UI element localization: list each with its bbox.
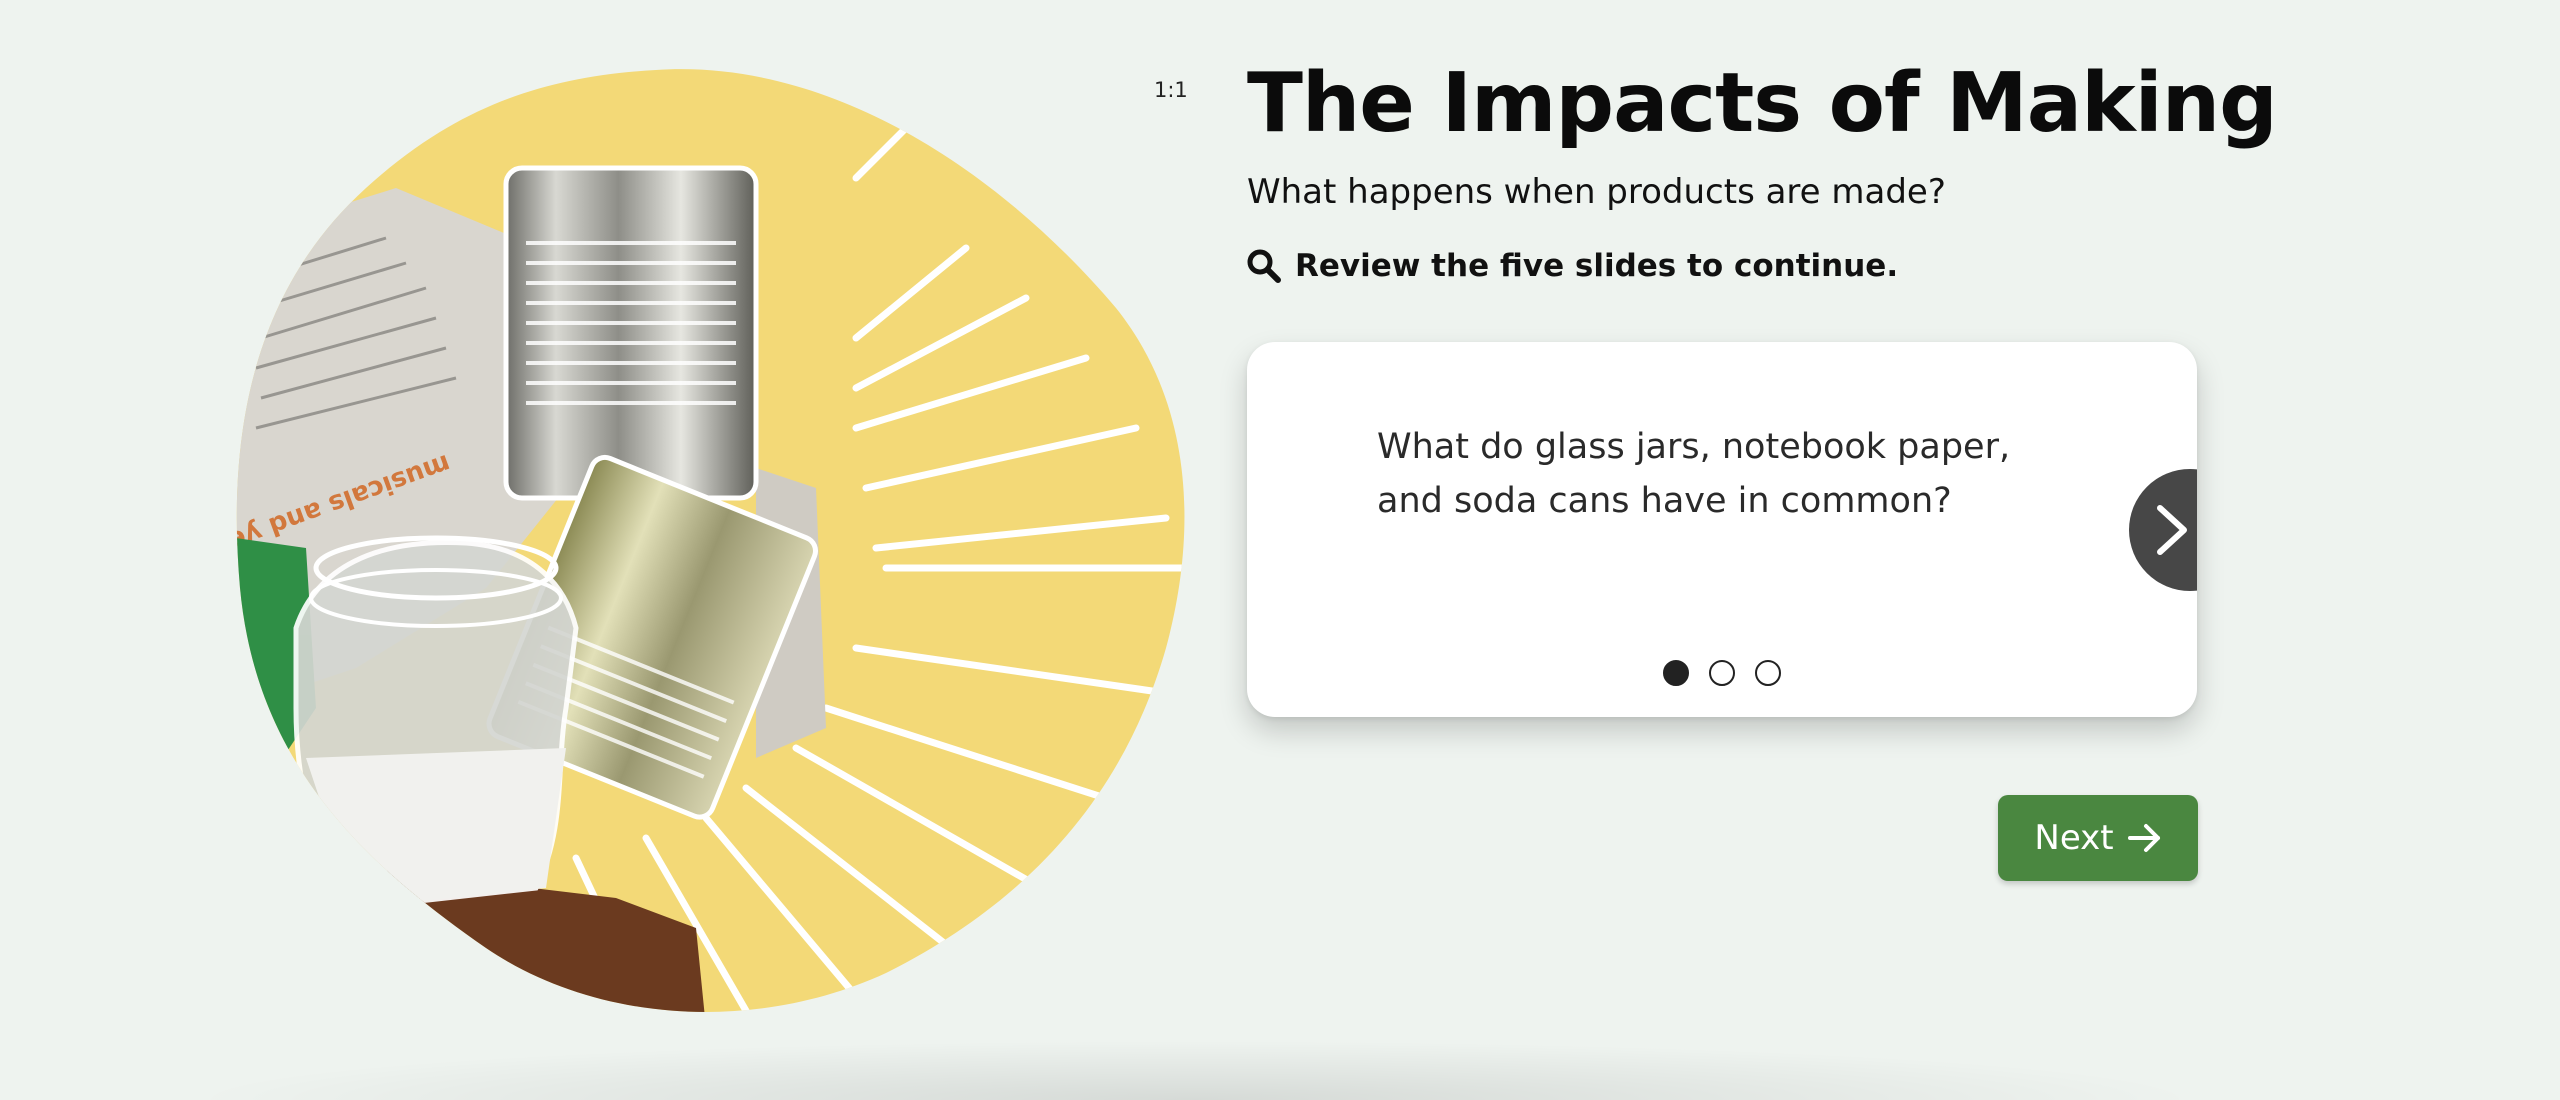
hero-image: musicals and ye bbox=[236, 68, 1188, 1020]
page-subtitle: What happens when products are made? bbox=[1247, 172, 1946, 212]
bottom-shadow bbox=[180, 1040, 2210, 1100]
next-button[interactable]: Next bbox=[1998, 795, 2198, 881]
carousel-dot-3[interactable] bbox=[1755, 660, 1781, 686]
carousel-card: What do glass jars, notebook paper, and … bbox=[1247, 342, 2197, 717]
aspect-ratio-label: 1:1 bbox=[1154, 78, 1188, 102]
next-button-label: Next bbox=[2034, 818, 2114, 858]
instruction-text: Review the five slides to continue. bbox=[1295, 248, 1899, 284]
recycling-collage-illustration: musicals and ye bbox=[236, 69, 1185, 1012]
carousel-dot-1[interactable] bbox=[1663, 660, 1689, 686]
carousel-pagination bbox=[1247, 660, 2197, 686]
slide-text: What do glass jars, notebook paper, and … bbox=[1377, 427, 2011, 521]
instruction: Review the five slides to continue. bbox=[1247, 248, 2197, 284]
carousel-dot-2[interactable] bbox=[1709, 660, 1735, 686]
page-title: The Impacts of Making bbox=[1247, 56, 2278, 151]
content-column: The Impacts of Making What happens when … bbox=[1247, 56, 2278, 284]
search-icon bbox=[1247, 249, 1281, 283]
chevron-right-icon bbox=[2157, 505, 2187, 555]
arrow-right-icon bbox=[2127, 824, 2160, 852]
carousel-next-button[interactable] bbox=[2129, 469, 2197, 591]
